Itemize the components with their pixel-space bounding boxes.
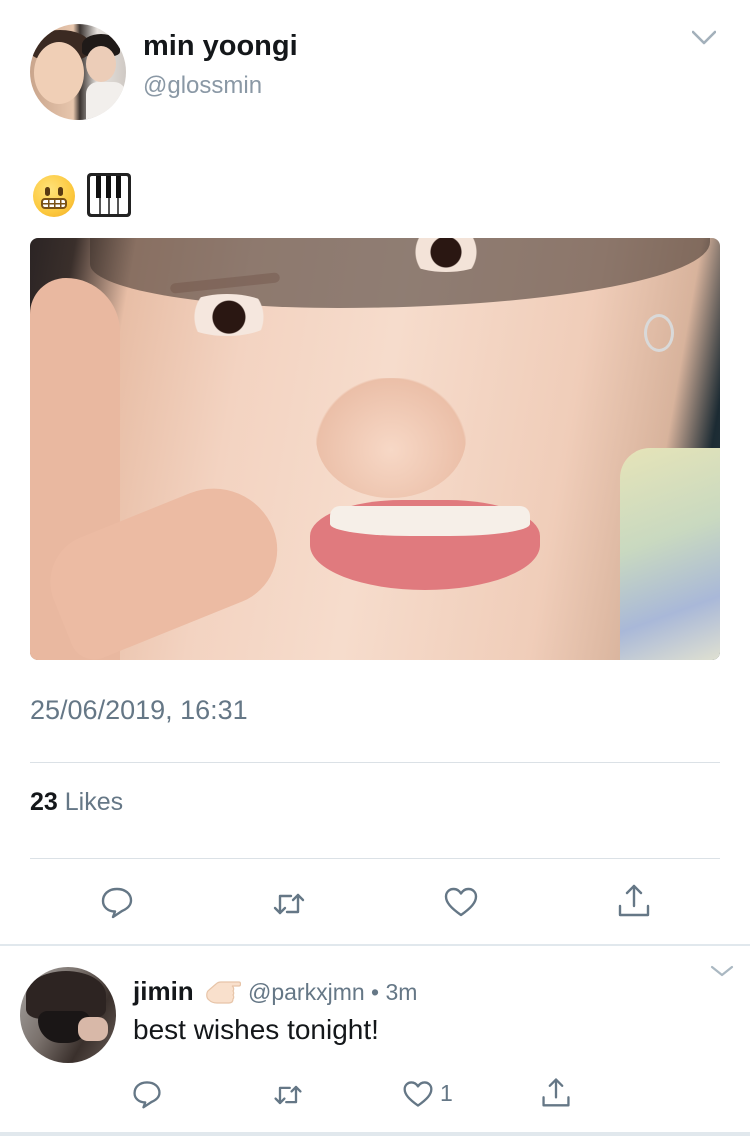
share-icon[interactable] <box>616 882 652 918</box>
likes-summary[interactable]: 23 Likes <box>30 788 123 817</box>
chevron-down-icon[interactable] <box>710 960 734 982</box>
share-icon[interactable] <box>540 1076 572 1108</box>
heart-icon[interactable] <box>402 1078 434 1110</box>
reply-like-count: 1 <box>440 1080 453 1106</box>
reply-meta: @parkxjmn • 3m <box>248 979 417 1006</box>
author-display-name[interactable]: min yoongi <box>143 30 298 63</box>
likes-count: 23 <box>30 788 58 816</box>
divider <box>30 762 720 763</box>
reply-author-name[interactable]: jimin <box>133 976 194 1007</box>
author-handle[interactable]: @glossmin <box>143 72 262 100</box>
reply-author-handle[interactable]: @parkxjmn <box>248 979 365 1005</box>
tweet-photo[interactable] <box>30 238 720 660</box>
reply-time: 3m <box>385 979 418 1005</box>
likes-label: Likes <box>64 788 124 816</box>
grimacing-face-emoji <box>33 175 75 217</box>
author-avatar[interactable] <box>30 24 126 120</box>
reply-text: best wishes tonight! <box>133 1014 379 1045</box>
reply-icon[interactable] <box>131 1078 163 1110</box>
reply-icon[interactable] <box>99 884 135 920</box>
chevron-down-icon[interactable] <box>691 26 717 50</box>
musical-keyboard-emoji <box>87 173 131 217</box>
heart-icon[interactable] <box>443 884 479 920</box>
retweet-icon[interactable] <box>272 1079 304 1111</box>
section-divider <box>0 944 750 946</box>
tweet-timestamp: 25/06/2019, 16:31 <box>30 695 248 725</box>
meta-separator: • <box>371 979 380 1005</box>
retweet-icon[interactable] <box>271 886 307 922</box>
bottom-divider <box>0 1132 750 1136</box>
pointing-hand-emoji <box>203 972 242 1006</box>
divider <box>30 858 720 859</box>
reply-author-avatar[interactable] <box>20 967 116 1063</box>
